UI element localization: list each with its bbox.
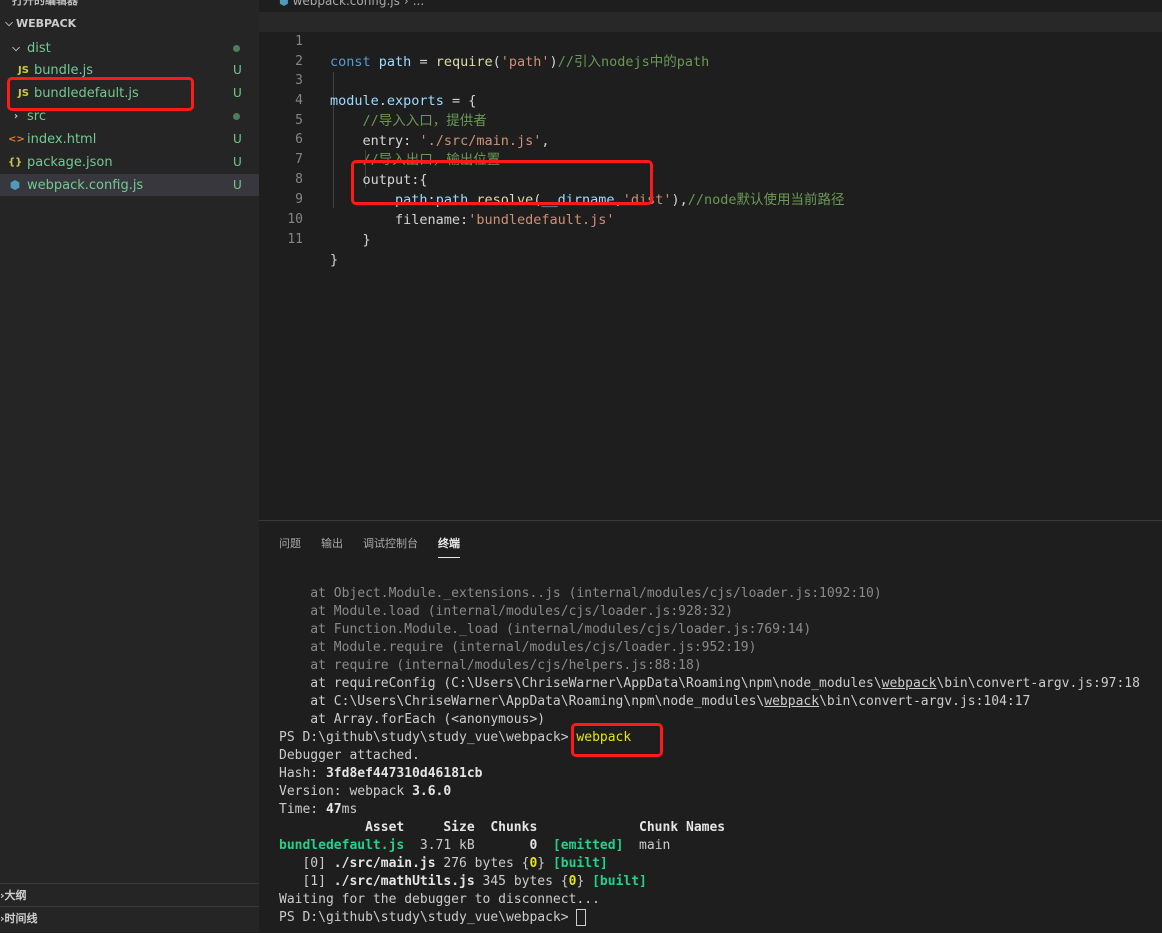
tree-file-package-json[interactable]: {} package.json U xyxy=(0,151,259,173)
code-line-5[interactable]: 5 entry: './src/main.js', xyxy=(259,91,1162,149)
terminal-line: at Module.require (internal/modules/cjs/… xyxy=(279,640,757,655)
json-file-icon: {} xyxy=(8,156,23,168)
js-file-icon: JS xyxy=(18,64,29,76)
terminal-line: at Module.load (internal/modules/cjs/loa… xyxy=(279,604,733,619)
highlight-box-webpack-command xyxy=(571,723,663,757)
untracked-badge: U xyxy=(233,155,242,169)
terminal-version-line: Version: webpack 3.6.0 xyxy=(279,783,451,801)
code-line-6[interactable]: 6 //导入出口，输出位置 xyxy=(259,110,1162,168)
panel-tabs: 问题 输出 调试控制台 终端 xyxy=(279,535,460,558)
modified-dot-badge xyxy=(233,41,259,55)
terminal-waiting: Waiting for the debugger to disconnect..… xyxy=(279,892,600,907)
chevron-down-icon: ⌵ xyxy=(12,42,20,54)
tree-item-label: package.json xyxy=(27,154,113,170)
tab-output[interactable]: 输出 xyxy=(321,535,343,558)
untracked-badge: U xyxy=(233,63,242,77)
tree-file-index-html[interactable]: <> index.html U xyxy=(0,128,259,150)
chevron-right-icon: › xyxy=(13,110,19,122)
terminal-asset-header: Asset Size Chunks Chunk Names xyxy=(279,820,726,835)
webpack-config-icon: ⬢ xyxy=(279,0,289,8)
explorer-sidebar: 打开的编辑器 ⌵ WEBPACK ⌵ dist JS bundle.js U J… xyxy=(0,0,259,932)
terminal-line: at requireConfig (C:\Users\ChriseWarner\… xyxy=(279,676,1140,691)
hash-value: 3fd8ef447310d46181cb xyxy=(325,766,483,781)
open-editors-header[interactable]: 打开的编辑器 xyxy=(0,0,78,8)
code-line-3[interactable]: 3 module.exports = { xyxy=(259,51,1162,109)
workspace-header[interactable]: ⌵ WEBPACK xyxy=(0,12,259,34)
time-unit: ms xyxy=(341,802,358,817)
tree-item-label: dist xyxy=(27,40,51,56)
line-number: 11 xyxy=(287,232,303,247)
time-value: 47 xyxy=(325,802,342,817)
terminal-line: at C:\Users\ChriseWarner\AppData\Roaming… xyxy=(279,694,1031,709)
tree-folder-dist[interactable]: ⌵ dist xyxy=(0,37,259,59)
code-text: } xyxy=(330,252,339,268)
breadcrumb-more[interactable]: ... xyxy=(413,0,424,8)
terminal-line: at Array.forEach (<anonymous>) xyxy=(279,712,546,727)
code-line-4[interactable]: 4 //导入入口，提供者 xyxy=(259,71,1162,129)
tab-terminal[interactable]: 终端 xyxy=(438,535,460,558)
code-line-7[interactable]: 7 output:{ xyxy=(259,130,1162,188)
tree-item-label: index.html xyxy=(27,131,97,147)
code-line-2[interactable]: 2 xyxy=(259,32,1162,69)
code-editor[interactable]: ⬢ webpack.config.js › ... 1 const path =… xyxy=(259,0,1162,520)
hash-label: Hash: xyxy=(279,766,319,781)
time-label: Time: xyxy=(279,802,319,817)
highlight-box-filename-config xyxy=(351,160,653,205)
code-line-1[interactable]: 1 const path = require('path')//引入nodejs… xyxy=(259,12,1162,70)
tab-problems[interactable]: 问题 xyxy=(279,535,301,558)
code-text: } xyxy=(362,232,371,248)
tree-item-label: webpack.config.js xyxy=(27,177,144,193)
outline-label: 大纲 xyxy=(4,889,27,902)
timeline-label: 时间线 xyxy=(4,912,38,925)
webpack-config-icon: ⬢ xyxy=(9,178,21,192)
tab-debug-console[interactable]: 调试控制台 xyxy=(363,535,418,558)
terminal-debugger-attached: Debugger attached. xyxy=(279,748,420,763)
terminal-line: at Function.Module._load (internal/modul… xyxy=(279,622,812,637)
terminal-asset-row: bundledefault.js 3.71 kB 0 [emitted] mai… xyxy=(279,838,671,853)
version-value: 3.6.0 xyxy=(412,784,452,799)
code-line-11[interactable]: 11 } xyxy=(259,210,1162,268)
terminal-line: at require (internal/modules/cjs/helpers… xyxy=(279,658,702,673)
terminal-prompt: PS D:\github\study\study_vue\webpack> xyxy=(279,910,569,925)
html-file-icon: <> xyxy=(8,133,25,145)
terminal-prompt-line[interactable]: PS D:\github\study\study_vue\webpack> xyxy=(279,909,587,927)
terminal-module-row: [0] ./src/main.js 276 bytes {0} [built] xyxy=(279,856,608,871)
tree-item-label: bundle.js xyxy=(33,62,94,78)
chevron-down-icon: ⌵ xyxy=(5,17,13,29)
untracked-badge: U xyxy=(233,178,242,192)
terminal-line: at Object.Module._extensions..js (intern… xyxy=(279,586,882,601)
tree-file-webpack-config-js[interactable]: ⬢ webpack.config.js U xyxy=(0,174,259,196)
modified-dot-badge xyxy=(233,109,259,123)
version-label: Version: webpack xyxy=(279,784,405,799)
outline-section-header[interactable]: › 大纲 xyxy=(0,883,259,906)
timeline-section-header[interactable]: › 时间线 xyxy=(0,906,259,929)
terminal-module-row: [1] ./src/mathUtils.js 345 bytes {0} [bu… xyxy=(279,874,647,889)
highlight-box-bundledefault-file xyxy=(7,77,194,111)
breadcrumb-separator: › xyxy=(403,0,409,8)
terminal-hash-line: Hash: 3fd8ef447310d46181cb xyxy=(279,765,483,783)
breadcrumb-file[interactable]: webpack.config.js xyxy=(293,0,400,8)
terminal-cursor xyxy=(576,909,587,926)
terminal-prompt: PS D:\github\study\study_vue\webpack> xyxy=(279,730,569,745)
workspace-label: WEBPACK xyxy=(16,16,77,30)
untracked-badge: U xyxy=(233,132,242,146)
untracked-badge: U xyxy=(233,86,242,100)
breadcrumb: ⬢ webpack.config.js › ... xyxy=(279,0,424,8)
terminal-time-line: Time: 47ms xyxy=(279,801,357,819)
